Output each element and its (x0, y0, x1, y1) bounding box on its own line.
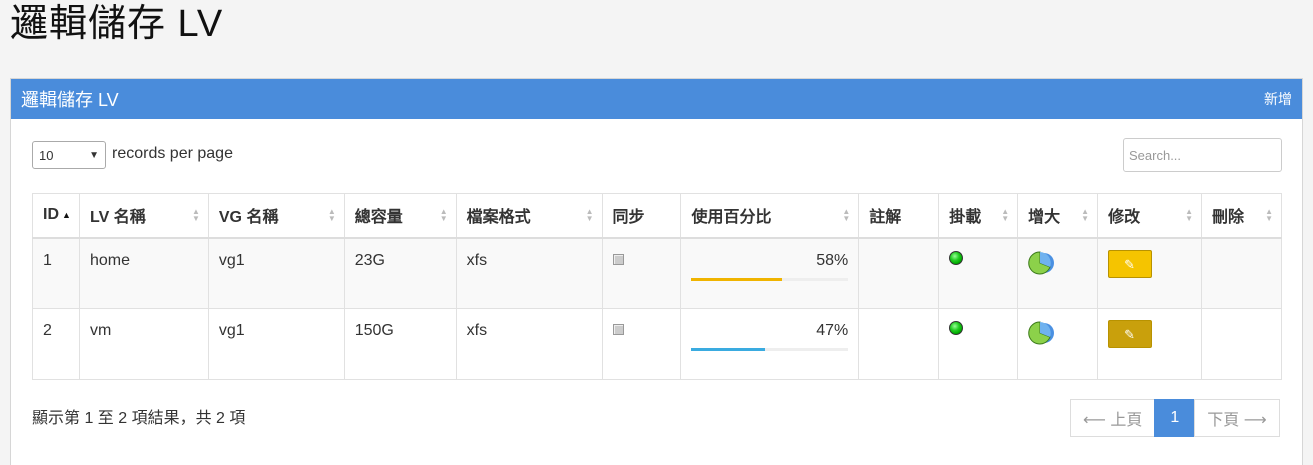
column-header-label: VG 名稱 (218, 209, 279, 227)
column-header-sync[interactable]: 同步 (601, 193, 682, 239)
column-header-label: 掛載 (949, 209, 982, 227)
search-input[interactable] (1123, 138, 1282, 172)
column-header-note[interactable]: 註解 (858, 193, 940, 239)
sort-icon: ▲ ▼ (1001, 207, 1010, 223)
column-header-extend[interactable]: 增大 ▲ ▼ (1017, 193, 1099, 239)
sort-icon: ▲ ▼ (439, 207, 448, 223)
column-header-lv-name[interactable]: LV 名稱 ▲ ▼ (78, 193, 209, 239)
cell-filesystem: xfs (455, 308, 603, 380)
sort-icon: ▲ ▼ (1185, 207, 1194, 223)
cell-note (858, 237, 940, 309)
column-header-label: 檔案格式 (466, 209, 531, 227)
cell-delete (1201, 237, 1282, 309)
table-header-row: ID ▲ LV 名稱 ▲ ▼ VG 名稱 ▲ ▼ 總容量 ▲ ▼ 檔案格式 ▲ ▼ 同步 使用百分… (32, 193, 1282, 239)
cell-extend (1017, 237, 1099, 309)
extend-volume-icon[interactable] (1028, 250, 1056, 275)
chevron-down-icon: ▼ (89, 149, 99, 161)
column-header-label: 增大 (1028, 209, 1061, 227)
column-header-label: LV 名稱 (89, 209, 146, 227)
pagination: ⟵ 上頁 1 下頁 ⟶ (1070, 399, 1280, 437)
sort-icon: ▲ ▼ (842, 207, 851, 223)
cell-lv-name: vm (78, 308, 209, 380)
panel-title: 邏輯儲存 LV (21, 90, 119, 110)
records-per-page-label: records per page (112, 145, 233, 162)
column-header-label: 同步 (612, 209, 645, 227)
column-header-usage[interactable]: 使用百分比 ▲ ▼ (680, 193, 860, 239)
sync-checkbox[interactable] (612, 324, 624, 335)
column-header-label: 刪除 (1212, 209, 1245, 227)
panel-heading: 邏輯儲存 LV 新增 (11, 79, 1302, 119)
usage-percent: 47% (816, 322, 849, 339)
column-header-label: 使用百分比 (691, 209, 772, 227)
column-header-filesystem[interactable]: 檔案格式 ▲ ▼ (455, 193, 603, 239)
cell-id: 1 (32, 237, 80, 309)
cell-edit: ✎ (1097, 308, 1203, 380)
page-title: 邏輯儲存 LV (10, 3, 224, 45)
edit-button[interactable]: ✎ (1108, 320, 1153, 348)
usage-percent: 58% (816, 251, 849, 269)
prev-page-button[interactable]: ⟵ 上頁 (1070, 399, 1156, 437)
table-row: 2 vm vg1 150G xfs 47% ✎ (32, 308, 1282, 380)
edit-icon: ✎ (1124, 256, 1135, 272)
sort-icon: ▲ ▼ (327, 207, 336, 223)
cell-vg-name: vg1 (207, 237, 345, 309)
sort-asc-icon: ▲ (62, 210, 71, 220)
cell-mount (938, 308, 1019, 380)
column-header-vg-name[interactable]: VG 名稱 ▲ ▼ (207, 193, 345, 239)
column-header-label: 總容量 (354, 209, 403, 227)
cell-usage: 58% (680, 237, 860, 309)
cell-id: 2 (32, 308, 80, 380)
cell-vg-name: vg1 (207, 308, 345, 380)
sort-icon: ▲ ▼ (1265, 207, 1273, 223)
lv-panel: 邏輯儲存 LV 新增 10 ▼ records per page ID▲ LV … (10, 78, 1303, 465)
column-header-delete[interactable]: 刪除 ▲ ▼ (1201, 193, 1282, 239)
cell-extend (1017, 308, 1099, 380)
next-page-button[interactable]: 下頁 ⟶ (1194, 399, 1280, 437)
cell-size: 23G (343, 237, 457, 309)
column-header-edit[interactable]: 修改 ▲ ▼ (1097, 193, 1203, 239)
extend-volume-icon[interactable] (1028, 320, 1056, 345)
cell-usage: 47% (680, 308, 860, 380)
records-per-page-value: 10 (39, 147, 54, 163)
cell-sync (601, 237, 682, 309)
column-header-label: 修改 (1108, 209, 1141, 227)
cell-lv-name: home (78, 237, 209, 309)
cell-edit: ✎ (1097, 237, 1203, 309)
usage-progress-bar (691, 277, 849, 281)
cell-delete (1201, 308, 1282, 380)
column-header-size[interactable]: 總容量 ▲ ▼ (343, 193, 457, 239)
page-1-button[interactable]: 1 (1154, 399, 1196, 437)
usage-progress-fill (691, 348, 766, 351)
table-info-text: 顯示第 1 至 2 項結果，共 2 項 (32, 410, 246, 427)
cell-mount (938, 237, 1019, 309)
table-row: 1 home vg1 23G xfs 58% ✎ (32, 237, 1282, 309)
sync-checkbox[interactable] (612, 253, 624, 265)
column-header-mount[interactable]: 掛載 ▲ ▼ (938, 193, 1019, 239)
sort-icon: ▲ ▼ (585, 207, 594, 223)
cell-note (858, 308, 940, 380)
cell-sync (601, 308, 682, 380)
column-header-label: ID (43, 206, 59, 224)
cell-size: 150G (343, 308, 457, 380)
column-header-label: 註解 (869, 209, 902, 227)
edit-icon: ✎ (1124, 327, 1135, 342)
sort-icon: ▲ ▼ (1081, 207, 1090, 223)
lv-table: ID ▲ LV 名稱 ▲ ▼ VG 名稱 ▲ ▼ 總容量 ▲ ▼ 檔案格式 ▲ ▼ 同步 使用百分… (32, 193, 1282, 380)
cell-filesystem: xfs (455, 237, 603, 309)
edit-button[interactable]: ✎ (1108, 249, 1153, 278)
mounted-status-icon[interactable] (949, 321, 964, 335)
sort-icon: ▲ ▼ (191, 207, 200, 223)
usage-progress-bar (691, 348, 849, 351)
column-header-id[interactable]: ID ▲ (32, 193, 80, 239)
records-per-page-select[interactable]: 10 ▼ (32, 141, 106, 169)
usage-progress-fill (691, 277, 783, 281)
mounted-status-icon[interactable] (949, 250, 964, 265)
add-lv-link[interactable]: 新增 (1264, 89, 1292, 109)
